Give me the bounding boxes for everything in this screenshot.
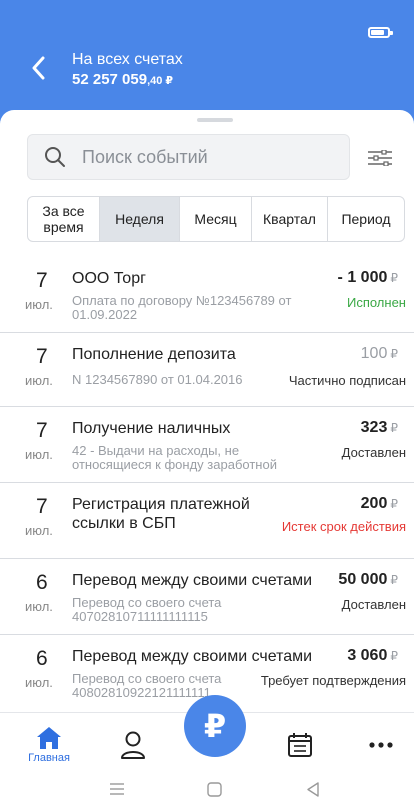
event-amount: - 1 000 ₽ <box>337 269 398 286</box>
event-amount: 3 060 ₽ <box>347 647 398 664</box>
event-status: Доставлен <box>341 597 406 612</box>
payment-fab-button[interactable]: ₽ <box>184 695 246 757</box>
event-day: 7 <box>36 269 48 292</box>
profile-icon <box>121 731 145 759</box>
event-title: Пополнение депозита <box>72 346 236 363</box>
ruble-icon: ₽ <box>203 708 227 744</box>
event-status: Истек срок действия <box>281 519 406 534</box>
event-title: Перевод между своими счетами <box>72 648 313 665</box>
event-day: 6 <box>36 571 48 594</box>
event-status: Частично подписан <box>288 373 406 388</box>
home-icon <box>37 727 61 749</box>
event-day: 7 <box>36 419 48 442</box>
event-month: июл. <box>25 675 53 690</box>
event-month: июл. <box>25 297 53 312</box>
event-row[interactable]: 7 июл. Получение наличных 42 - Выдачи на… <box>0 407 414 483</box>
event-row[interactable]: 6 июл. Перевод между своими счетами Пере… <box>0 559 414 635</box>
calendar-icon <box>288 733 312 757</box>
search-icon <box>45 147 65 167</box>
event-title: Регистрация платежной ссылки в СБП <box>72 496 250 532</box>
tab-calendar[interactable] <box>270 713 330 777</box>
event-row[interactable]: 7 июл. Пополнение депозита N 1234567890 … <box>0 333 414 407</box>
event-month: июл. <box>25 523 53 538</box>
accounts-total: 52 257 059,40 ₽ <box>72 71 174 88</box>
event-title: Перевод между своими счетами <box>72 572 313 589</box>
square-icon[interactable] <box>207 782 222 797</box>
tab-home-label: Главная <box>28 752 70 764</box>
event-row[interactable]: 7 июл. Регистрация платежной ссылки в СБ… <box>0 483 414 559</box>
back-arrow-icon[interactable] <box>28 54 48 82</box>
event-status: Доставлен <box>341 445 406 460</box>
search-input[interactable]: Поиск событий <box>82 147 208 168</box>
tab-more[interactable] <box>351 713 411 777</box>
event-description: 42 - Выдачи на расходы, не относящиеся к… <box>72 443 277 472</box>
event-status: Исполнен <box>346 295 406 310</box>
event-amount: 323 ₽ <box>360 419 398 436</box>
tab-home[interactable]: Главная <box>19 713 79 777</box>
filter-icon[interactable] <box>368 150 392 166</box>
event-day: 6 <box>36 647 48 670</box>
menu-icon[interactable] <box>109 782 125 796</box>
search-field[interactable]: Поиск событий <box>27 134 350 180</box>
system-navbar <box>0 776 414 807</box>
event-amount: 100 ₽ <box>360 345 398 362</box>
event-description: N 1234567890 от 01.04.2016 <box>72 372 243 387</box>
period-all-time[interactable]: За все время <box>28 197 100 241</box>
event-day: 7 <box>36 495 48 518</box>
tab-profile[interactable] <box>103 713 163 777</box>
period-week[interactable]: Неделя <box>100 197 180 241</box>
event-status: Требует подтверждения <box>260 673 406 688</box>
period-selector: За все время Неделя Месяц Квартал Период <box>27 196 405 242</box>
more-icon <box>369 742 393 748</box>
event-month: июл. <box>25 373 53 388</box>
bottom-tabbar: Главная ₽ <box>0 695 414 777</box>
period-quarter[interactable]: Квартал <box>252 197 328 241</box>
accounts-title: На всех счетах <box>72 51 183 68</box>
header: На всех счетах 52 257 059,40 ₽ <box>0 0 414 112</box>
event-day: 7 <box>36 345 48 368</box>
event-amount: 200 ₽ <box>360 495 398 512</box>
period-custom[interactable]: Период <box>328 197 404 241</box>
triangle-back-icon[interactable] <box>306 782 320 797</box>
event-description: Оплата по договору №123456789 от 01.09.2… <box>72 293 292 322</box>
sheet-handle[interactable] <box>197 118 233 122</box>
events-list: 7 июл. ООО Торг Оплата по договору №1234… <box>0 257 414 715</box>
event-description: Перевод со своего счета 4070281071111111… <box>72 595 222 624</box>
battery-icon <box>368 27 393 38</box>
event-title: Получение наличных <box>72 420 231 437</box>
period-month[interactable]: Месяц <box>180 197 252 241</box>
event-month: июл. <box>25 447 53 462</box>
event-title: ООО Торг <box>72 270 146 287</box>
event-amount: 50 000 ₽ <box>338 571 398 588</box>
event-row[interactable]: 7 июл. ООО Торг Оплата по договору №1234… <box>0 257 414 333</box>
event-month: июл. <box>25 599 53 614</box>
